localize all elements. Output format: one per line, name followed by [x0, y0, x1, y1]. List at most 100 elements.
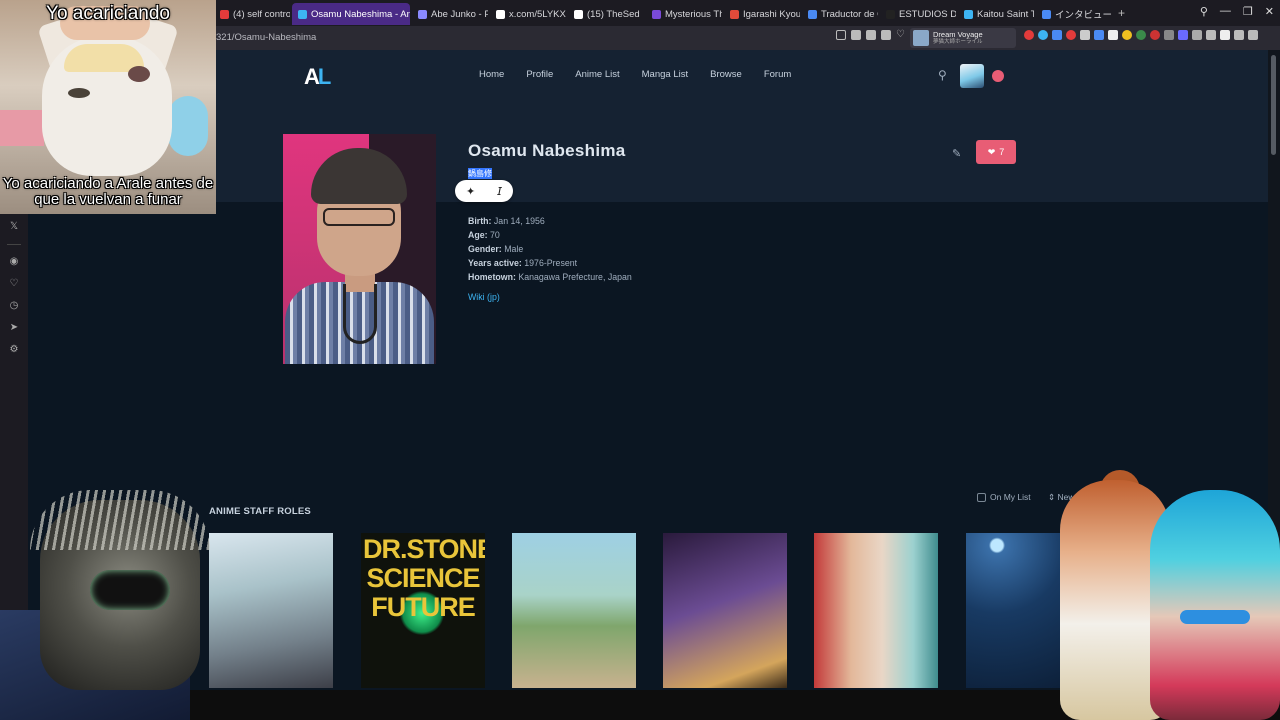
extension-icon[interactable]	[1066, 30, 1076, 40]
browser-tab[interactable]: Mysterious Th	[646, 3, 722, 25]
browser-tab[interactable]: Igarashi Kyoui	[724, 3, 800, 25]
notification-icon[interactable]	[992, 70, 1004, 82]
browser-tab[interactable]: Kaitou Saint Ta	[958, 3, 1034, 25]
browser-tab[interactable]: Abe Junko - P	[412, 3, 488, 25]
extension-icon[interactable]	[1150, 30, 1160, 40]
favicon-icon	[220, 9, 229, 19]
tab-list: (4) self contro Osamu Nabeshima - Ani Abe …	[214, 1, 1112, 25]
media-subtitle: 夢猫大師ホーライル	[933, 38, 983, 45]
browser-tab[interactable]: (15) TheSed	[568, 3, 644, 25]
shield-icon[interactable]	[851, 30, 861, 40]
extension-icon[interactable]	[1024, 30, 1034, 40]
tab-label: (4) self contro	[233, 8, 290, 20]
favourite-count: 7	[999, 147, 1005, 157]
favicon-icon	[964, 9, 973, 19]
search-icon[interactable]: ⚲	[938, 68, 947, 82]
restore-icon[interactable]: ❐	[1243, 5, 1253, 18]
nav-link-home[interactable]: Home	[479, 69, 504, 80]
download-icon[interactable]	[1234, 30, 1244, 40]
nav-link-anime-list[interactable]: Anime List	[575, 69, 619, 80]
x-icon[interactable]: 𝕏	[7, 220, 21, 234]
overlay-caption-top: Yo acariciando	[46, 3, 170, 24]
nav-link-profile[interactable]: Profile	[526, 69, 553, 80]
section-title: ANIME STAFF ROLES	[209, 506, 311, 517]
settings-icon[interactable]: ⚙	[7, 343, 21, 357]
vtuber-avatars-right	[1050, 470, 1280, 720]
browser-tab[interactable]: Traductor de C	[802, 3, 878, 25]
avatar[interactable]	[960, 64, 984, 88]
extension-icon[interactable]	[1122, 30, 1132, 40]
minimize-icon[interactable]: —	[1220, 5, 1231, 18]
reload-icon[interactable]	[1206, 30, 1216, 40]
extensions-puzzle-icon[interactable]	[1192, 30, 1202, 40]
extension-icon[interactable]	[1164, 30, 1174, 40]
reader-icon[interactable]	[881, 30, 891, 40]
tab-label: Traductor de C	[821, 8, 878, 20]
toolbar-icons: ♡	[836, 30, 906, 40]
extension-icon[interactable]	[1178, 30, 1188, 40]
browser-tab[interactable]: x.com/5LYKXi	[490, 3, 566, 25]
chat-icon[interactable]: ◉	[7, 255, 21, 269]
filter-label: On My List	[990, 492, 1031, 502]
browser-tab[interactable]: インタビュー - Busi	[1036, 3, 1112, 25]
url-field[interactable]: 321/Osamu-Nabeshima	[216, 32, 316, 43]
extension-icon[interactable]	[1136, 30, 1146, 40]
edit-icon[interactable]: ✎	[952, 147, 961, 160]
favicon-icon	[730, 9, 739, 19]
extension-icon[interactable]: ➤	[7, 321, 21, 335]
translate-icon[interactable]	[866, 30, 876, 40]
nav-link-browse[interactable]: Browse	[710, 69, 742, 80]
extension-icon[interactable]	[1080, 30, 1090, 40]
anime-cover[interactable]	[512, 533, 636, 688]
search-icon[interactable]: ⚲	[1200, 5, 1208, 18]
site-logo[interactable]: AL	[304, 64, 331, 90]
media-widget[interactable]: Dream Voyage 夢猫大師ホーライル	[910, 28, 1016, 48]
extension-icon[interactable]	[1094, 30, 1104, 40]
browser-tab[interactable]: Osamu Nabeshima - Ani	[292, 3, 410, 25]
media-thumbnail	[913, 30, 929, 46]
new-tab-button[interactable]: +	[1118, 6, 1125, 20]
close-icon[interactable]: ✕	[1265, 5, 1274, 18]
heart-icon[interactable]: ♡	[7, 277, 21, 291]
magic-wand-icon[interactable]: ✦	[466, 185, 475, 198]
favourite-button[interactable]: ❤ 7	[976, 140, 1016, 164]
menu-icon[interactable]	[1248, 30, 1258, 40]
translate-popup[interactable]: ✦ 𝘐	[455, 180, 513, 202]
info-row-hometown: Hometown: Kanagawa Prefecture, Japan	[468, 272, 632, 282]
nav-link-forum[interactable]: Forum	[764, 69, 791, 80]
browser-tab[interactable]: (4) self contro	[214, 3, 290, 25]
tab-label: インタビュー - Busi	[1055, 10, 1112, 21]
info-row-age: Age: 70	[468, 230, 500, 240]
extension-icon[interactable]	[1038, 30, 1048, 40]
translate-icon[interactable]: 𝘐	[497, 185, 502, 198]
heart-icon[interactable]: ♡	[896, 30, 906, 40]
webcam-overlay: Yo acariciando Yo acariciando a Arale an…	[0, 0, 216, 214]
profile-icon[interactable]	[1220, 30, 1230, 40]
on-my-list-filter[interactable]: On My List	[977, 492, 1031, 502]
heart-icon: ❤	[987, 146, 996, 157]
bookmark-icon[interactable]	[836, 30, 846, 40]
anime-cover[interactable]: DR.STONE SCIENCE FUTURE	[361, 533, 485, 688]
anime-cover[interactable]	[814, 533, 938, 688]
wiki-link[interactable]: Wiki (jp)	[468, 292, 500, 302]
staff-info: Birth: Jan 14, 1956 Age: 70 Gender: Male…	[468, 214, 632, 284]
anime-cover[interactable]	[209, 533, 333, 688]
tab-label: ESTUDIOS DE	[899, 8, 956, 20]
history-icon[interactable]: ◷	[7, 299, 21, 313]
browser-tab[interactable]: ESTUDIOS DE	[880, 3, 956, 25]
vtuber-avatar-left	[0, 490, 210, 720]
extension-icon[interactable]	[1108, 30, 1118, 40]
cover-title: DR.STONE SCIENCE FUTURE	[363, 534, 485, 622]
sidebar-divider	[7, 244, 21, 245]
favicon-icon	[1042, 9, 1051, 19]
checkbox[interactable]	[977, 492, 986, 502]
anime-cover[interactable]	[663, 533, 787, 688]
media-title: Dream Voyage	[933, 29, 983, 39]
favicon-icon	[652, 9, 661, 19]
favicon-icon	[418, 9, 427, 19]
info-row-years-active: Years active: 1976-Present	[468, 258, 578, 268]
nav-link-manga-list[interactable]: Manga List	[642, 69, 688, 80]
favicon-icon	[298, 9, 307, 19]
extension-icon[interactable]	[1052, 30, 1062, 40]
scrollbar-thumb[interactable]	[1271, 55, 1276, 155]
